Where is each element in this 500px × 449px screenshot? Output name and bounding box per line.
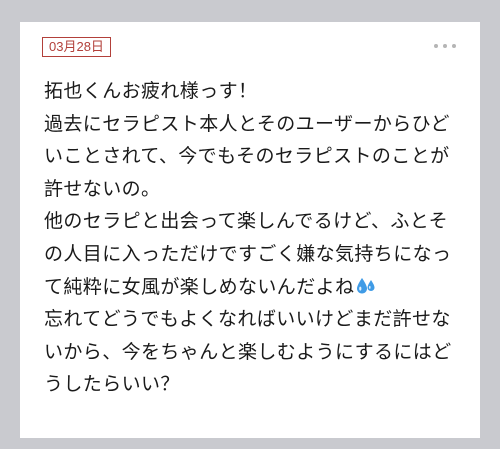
message-body: 拓也くんお疲れ様っす！ 過去にセラピスト本人とそのユーザーからひど いことされて… [44,75,464,401]
message-card: 03月28日 拓也くんお疲れ様っす！ 過去にセラピスト本人とそのユーザーからひど… [20,22,480,438]
message-line: 過去にセラピスト本人とそのユーザーからひど [44,112,450,135]
message-line: いから、今をちゃんと楽しむようにするにはど [44,340,452,363]
message-line-with-emoji: て純粋に女風が楽しめないんだよね [44,271,464,304]
sweat-droplets-icon [357,277,375,294]
date-badge: 03月28日 [42,37,111,57]
message-line: うしたらいい？ [44,373,180,396]
message-line-text: て純粋に女風が楽しめないんだよね [44,275,355,298]
message-line: 許せないの。 [44,177,161,200]
more-options-icon[interactable] [434,42,456,50]
message-line: 他のセラピと出会って楽しんでるけど、ふとそ [44,210,448,233]
dot [452,44,456,48]
message-line: 拓也くんお疲れ様っす！ [44,80,258,102]
message-line: いことされて、今でもそのセラピストのことが [44,145,450,168]
dot [434,44,438,48]
dot [443,44,447,48]
message-line: の人目に入っただけですごく嫌な気持ちになっ [44,242,452,265]
message-line: 忘れてどうでもよくなればいいけどまだ許せな [44,308,451,331]
